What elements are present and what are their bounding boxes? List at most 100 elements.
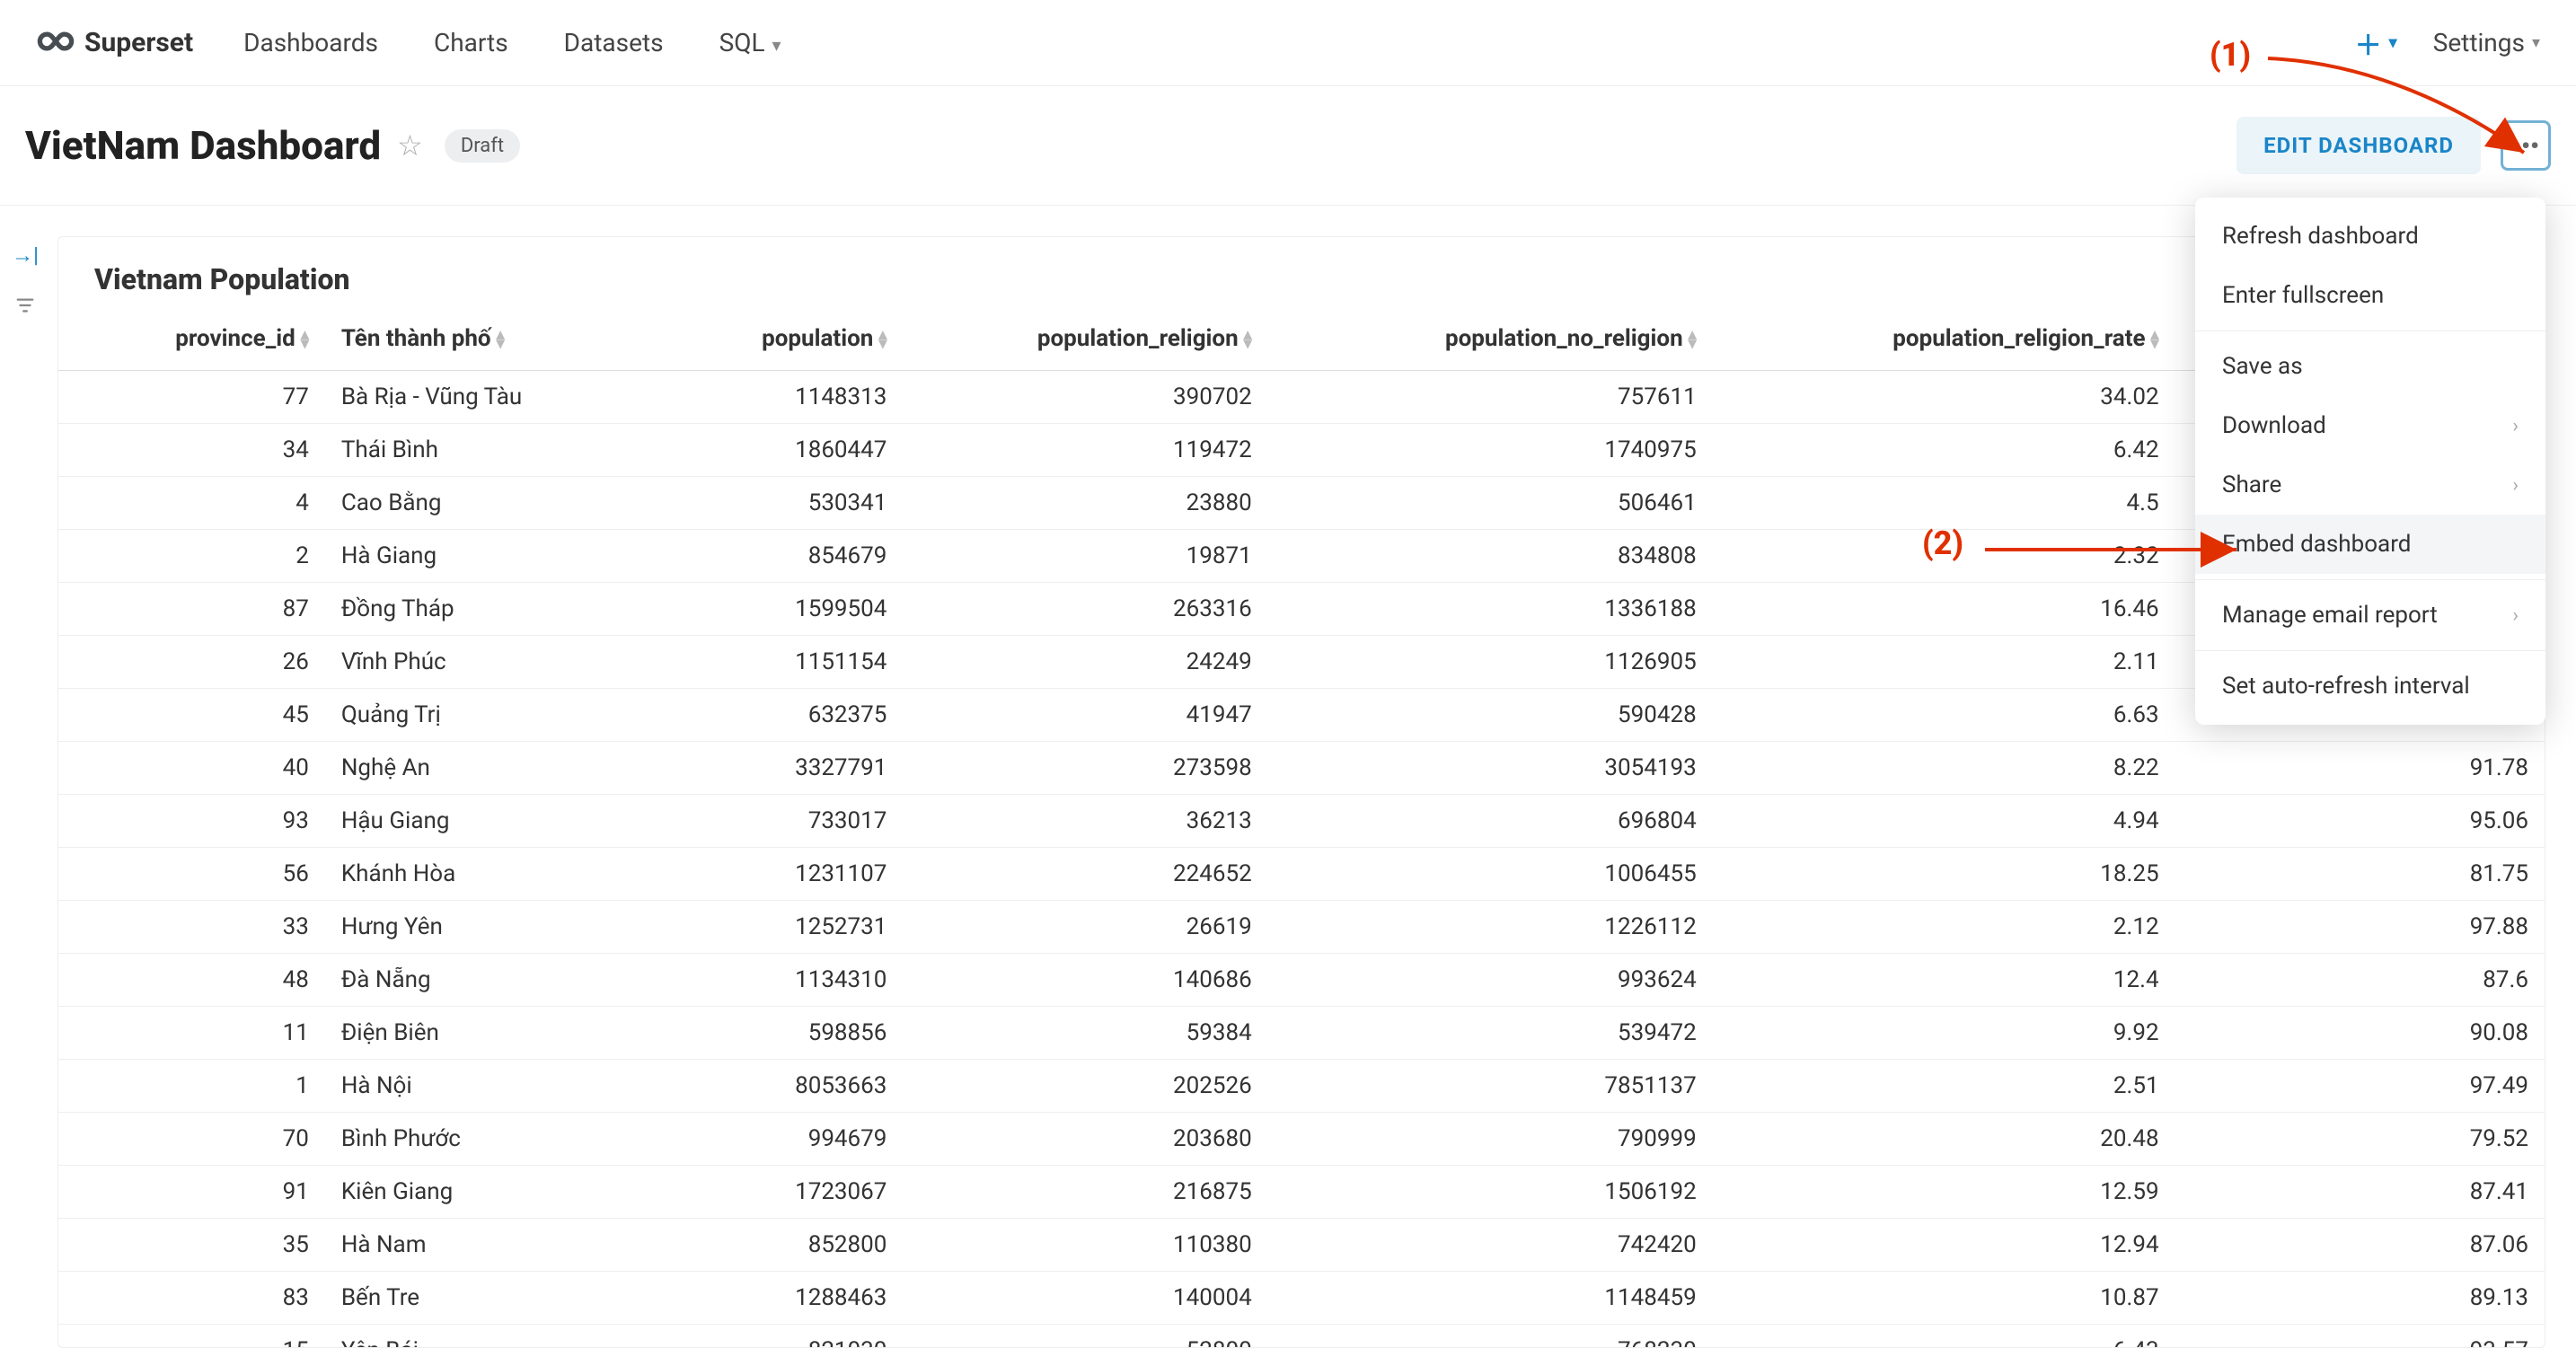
filter-icon[interactable]: [13, 294, 37, 317]
menu-email-report[interactable]: Manage email report›: [2195, 586, 2545, 645]
cell-id: 77: [58, 371, 325, 424]
cell-norel: 768230: [1268, 1325, 1713, 1348]
cell-pop: 733017: [584, 795, 903, 848]
cell-rate: 34.02: [1713, 371, 2175, 424]
table-row: 2Hà Giang854679198718348082.32: [58, 530, 2545, 583]
menu-refresh[interactable]: Refresh dashboard: [2195, 207, 2545, 266]
sort-icon: ▴▾: [301, 330, 309, 348]
cell-pop: 1148313: [584, 371, 903, 424]
cell-id: 70: [58, 1113, 325, 1166]
cell-rel: 24249: [903, 636, 1267, 689]
cell-norel: 1740975: [1268, 424, 1713, 477]
cell-pop: 1723067: [584, 1166, 903, 1219]
chevron-right-icon: ›: [2512, 474, 2519, 497]
cell-city: Vĩnh Phúc: [325, 636, 585, 689]
cell-pop: 854679: [584, 530, 903, 583]
menu-save-as[interactable]: Save as: [2195, 337, 2545, 396]
menu-auto-refresh[interactable]: Set auto-refresh interval: [2195, 656, 2545, 716]
dashboard-header: VietNam Dashboard ☆ Draft EDIT DASHBOARD…: [0, 86, 2576, 206]
cell-id: 2: [58, 530, 325, 583]
sort-icon: ▴▾: [497, 330, 505, 348]
cell-pop: 821030: [584, 1325, 903, 1348]
panel-title: Vietnam Population: [58, 262, 2545, 307]
brand-logo[interactable]: Superset: [36, 22, 193, 65]
col-religion-rate[interactable]: population_religion_rate▴▾: [1713, 307, 2175, 371]
cell-rel: 140686: [903, 954, 1267, 1007]
cell-norel: 1506192: [1268, 1166, 1713, 1219]
cell-pop: 1151154: [584, 636, 903, 689]
cell-last: 95.06: [2175, 795, 2545, 848]
nav-datasets[interactable]: Datasets: [564, 28, 664, 57]
col-population[interactable]: population▴▾: [584, 307, 903, 371]
cell-city: Quảng Trị: [325, 689, 585, 742]
infinity-icon: [36, 22, 75, 65]
col-pop-religion[interactable]: population_religion▴▾: [903, 307, 1267, 371]
nav-charts[interactable]: Charts: [434, 28, 508, 57]
cell-id: 83: [58, 1272, 325, 1325]
cell-rate: 6.63: [1713, 689, 2175, 742]
table-row: 15Yên Bái821030528007682306.4393.57: [58, 1325, 2545, 1348]
cell-rel: 119472: [903, 424, 1267, 477]
cell-city: Hà Nam: [325, 1219, 585, 1272]
cell-rel: 59384: [903, 1007, 1267, 1060]
cell-norel: 742420: [1268, 1219, 1713, 1272]
cell-city: Cao Bằng: [325, 477, 585, 530]
cell-rel: 224652: [903, 848, 1267, 901]
cell-id: 45: [58, 689, 325, 742]
cell-id: 93: [58, 795, 325, 848]
cell-rate: 6.43: [1713, 1325, 2175, 1348]
cell-last: 90.08: [2175, 1007, 2545, 1060]
table-row: 83Bến Tre1288463140004114845910.8789.13: [58, 1272, 2545, 1325]
expand-icon[interactable]: →|: [13, 243, 37, 267]
cell-norel: 1126905: [1268, 636, 1713, 689]
col-pop-no-religion[interactable]: population_no_religion▴▾: [1268, 307, 1713, 371]
nav-sql[interactable]: SQL▾: [719, 28, 781, 57]
menu-embed[interactable]: Embed dashboard: [2195, 515, 2545, 574]
cell-id: 4: [58, 477, 325, 530]
cell-city: Khánh Hòa: [325, 848, 585, 901]
table-row: 26Vĩnh Phúc11511542424911269052.11: [58, 636, 2545, 689]
sort-icon: ▴▾: [1689, 330, 1697, 348]
cell-rel: 110380: [903, 1219, 1267, 1272]
cell-pop: 8053663: [584, 1060, 903, 1113]
data-table: province_id▴▾ Tên thành phố▴▾ population…: [58, 307, 2545, 1348]
cell-norel: 3054193: [1268, 742, 1713, 795]
cell-pop: 1860447: [584, 424, 903, 477]
more-options-button[interactable]: •••: [2501, 120, 2551, 171]
cell-pop: 3327791: [584, 742, 903, 795]
add-button[interactable]: ＋▾: [2355, 23, 2397, 63]
cell-id: 34: [58, 424, 325, 477]
cell-id: 87: [58, 583, 325, 636]
table-row: 48Đà Nẵng113431014068699362412.487.6: [58, 954, 2545, 1007]
cell-city: Kiên Giang: [325, 1166, 585, 1219]
cell-rel: 52800: [903, 1325, 1267, 1348]
cell-rate: 9.92: [1713, 1007, 2175, 1060]
cell-city: Hậu Giang: [325, 795, 585, 848]
edit-dashboard-button[interactable]: EDIT DASHBOARD: [2236, 117, 2481, 174]
cell-last: 81.75: [2175, 848, 2545, 901]
chevron-down-icon: ▾: [2389, 33, 2397, 52]
col-province-id[interactable]: province_id▴▾: [58, 307, 325, 371]
col-city[interactable]: Tên thành phố▴▾: [325, 307, 585, 371]
menu-download[interactable]: Download›: [2195, 396, 2545, 455]
cell-city: Đồng Tháp: [325, 583, 585, 636]
cell-city: Nghệ An: [325, 742, 585, 795]
chart-panel: Vietnam Population province_id▴▾ Tên thà…: [57, 236, 2545, 1348]
table-row: 45Quảng Trị632375419475904286.6393.37: [58, 689, 2545, 742]
nav-settings[interactable]: Settings▾: [2433, 28, 2540, 57]
cell-pop: 598856: [584, 1007, 903, 1060]
cell-rate: 4.5: [1713, 477, 2175, 530]
menu-fullscreen[interactable]: Enter fullscreen: [2195, 266, 2545, 325]
table-row: 93Hậu Giang733017362136968044.9495.06: [58, 795, 2545, 848]
cell-norel: 506461: [1268, 477, 1713, 530]
star-icon[interactable]: ☆: [397, 128, 423, 163]
sort-icon: ▴▾: [1244, 330, 1252, 348]
cell-pop: 1599504: [584, 583, 903, 636]
nav-dashboards[interactable]: Dashboards: [243, 28, 378, 57]
cell-rel: 263316: [903, 583, 1267, 636]
menu-share[interactable]: Share›: [2195, 455, 2545, 515]
cell-id: 35: [58, 1219, 325, 1272]
cell-pop: 994679: [584, 1113, 903, 1166]
cell-norel: 696804: [1268, 795, 1713, 848]
cell-rel: 36213: [903, 795, 1267, 848]
